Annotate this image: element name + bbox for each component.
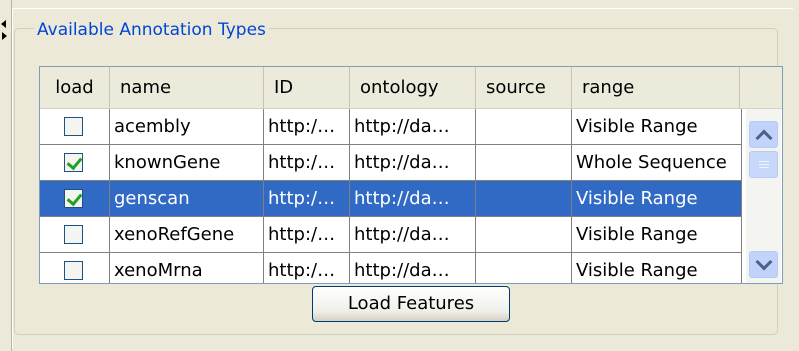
load-checkbox[interactable] (64, 117, 83, 136)
id-cell[interactable]: http:/… (264, 253, 350, 283)
column-header-range[interactable]: range (572, 67, 740, 108)
checkmark-icon (66, 189, 83, 207)
collapse-left-icon[interactable] (1, 20, 6, 28)
range-cell[interactable]: Visible Range (572, 253, 742, 283)
load-cell (40, 217, 110, 253)
name-cell[interactable]: knownGene (110, 145, 264, 181)
source-cell[interactable] (476, 217, 572, 253)
load-checkbox[interactable] (64, 225, 83, 244)
id-cell[interactable]: http:/… (264, 181, 350, 217)
load-cell (40, 253, 110, 283)
table-row[interactable]: xenoRefGene http:/… http://da… Visible Rang… (40, 217, 742, 253)
load-cell (40, 181, 110, 217)
source-cell[interactable] (476, 253, 572, 283)
load-checkbox[interactable] (64, 153, 83, 172)
id-cell[interactable]: http:/… (264, 217, 350, 253)
load-cell (40, 145, 110, 181)
scrollbar-thumb[interactable] (749, 151, 778, 178)
source-cell[interactable] (476, 109, 572, 145)
column-header-source[interactable]: source (476, 67, 572, 108)
chevron-up-icon (755, 129, 773, 147)
load-checkbox[interactable] (64, 261, 83, 280)
ontology-cell[interactable]: http://da… (350, 145, 476, 181)
checkmark-icon (66, 153, 83, 171)
column-header-name[interactable]: name (110, 67, 264, 108)
table-row[interactable]: xenoMrna http:/… http://da… Visible Range (40, 253, 742, 283)
load-cell (40, 109, 110, 145)
chevron-down-icon (755, 253, 773, 271)
range-cell[interactable]: Visible Range (572, 109, 742, 145)
range-cell[interactable]: Visible Range (572, 181, 742, 217)
scroll-down-button[interactable] (749, 251, 778, 278)
range-cell[interactable]: Whole Sequence (572, 145, 742, 181)
column-header-id[interactable]: ID (264, 67, 350, 108)
source-cell[interactable] (476, 181, 572, 217)
group-title: Available Annotation Types (34, 21, 269, 39)
column-header-ontology[interactable]: ontology (350, 67, 476, 108)
annotation-types-table: load name ID ontology source range acemb… (39, 66, 783, 284)
table-row[interactable]: acembly http:/… http://da… Visible Range (40, 109, 742, 145)
table-row[interactable]: knownGene http:/… http://da… Whole Sequence (40, 145, 742, 181)
name-cell[interactable]: acembly (110, 109, 264, 145)
column-header-load[interactable]: load (40, 67, 110, 108)
load-features-button[interactable]: Load Features (312, 286, 510, 322)
grip-line (759, 164, 769, 165)
source-cell[interactable] (476, 145, 572, 181)
id-cell[interactable]: http:/… (264, 145, 350, 181)
scroll-up-button[interactable] (749, 121, 778, 148)
name-cell[interactable]: xenoRefGene (110, 217, 264, 253)
table-header: load name ID ontology source range (40, 67, 782, 109)
grip-line (759, 161, 769, 162)
table-row[interactable]: genscan http:/… http://da… Visible Range (40, 181, 742, 217)
expand-right-icon[interactable] (2, 32, 7, 40)
name-cell[interactable]: genscan (110, 181, 264, 217)
ontology-cell[interactable]: http://da… (350, 253, 476, 283)
vertical-scrollbar[interactable] (746, 109, 781, 283)
ontology-cell[interactable]: http://da… (350, 109, 476, 145)
load-checkbox[interactable] (64, 189, 83, 208)
ontology-cell[interactable]: http://da… (350, 217, 476, 253)
splitter-handle[interactable] (0, 0, 12, 351)
grip-line (759, 167, 769, 168)
ontology-cell[interactable]: http://da… (350, 181, 476, 217)
id-cell[interactable]: http:/… (264, 109, 350, 145)
range-cell[interactable]: Visible Range (572, 217, 742, 253)
name-cell[interactable]: xenoMrna (110, 253, 264, 283)
